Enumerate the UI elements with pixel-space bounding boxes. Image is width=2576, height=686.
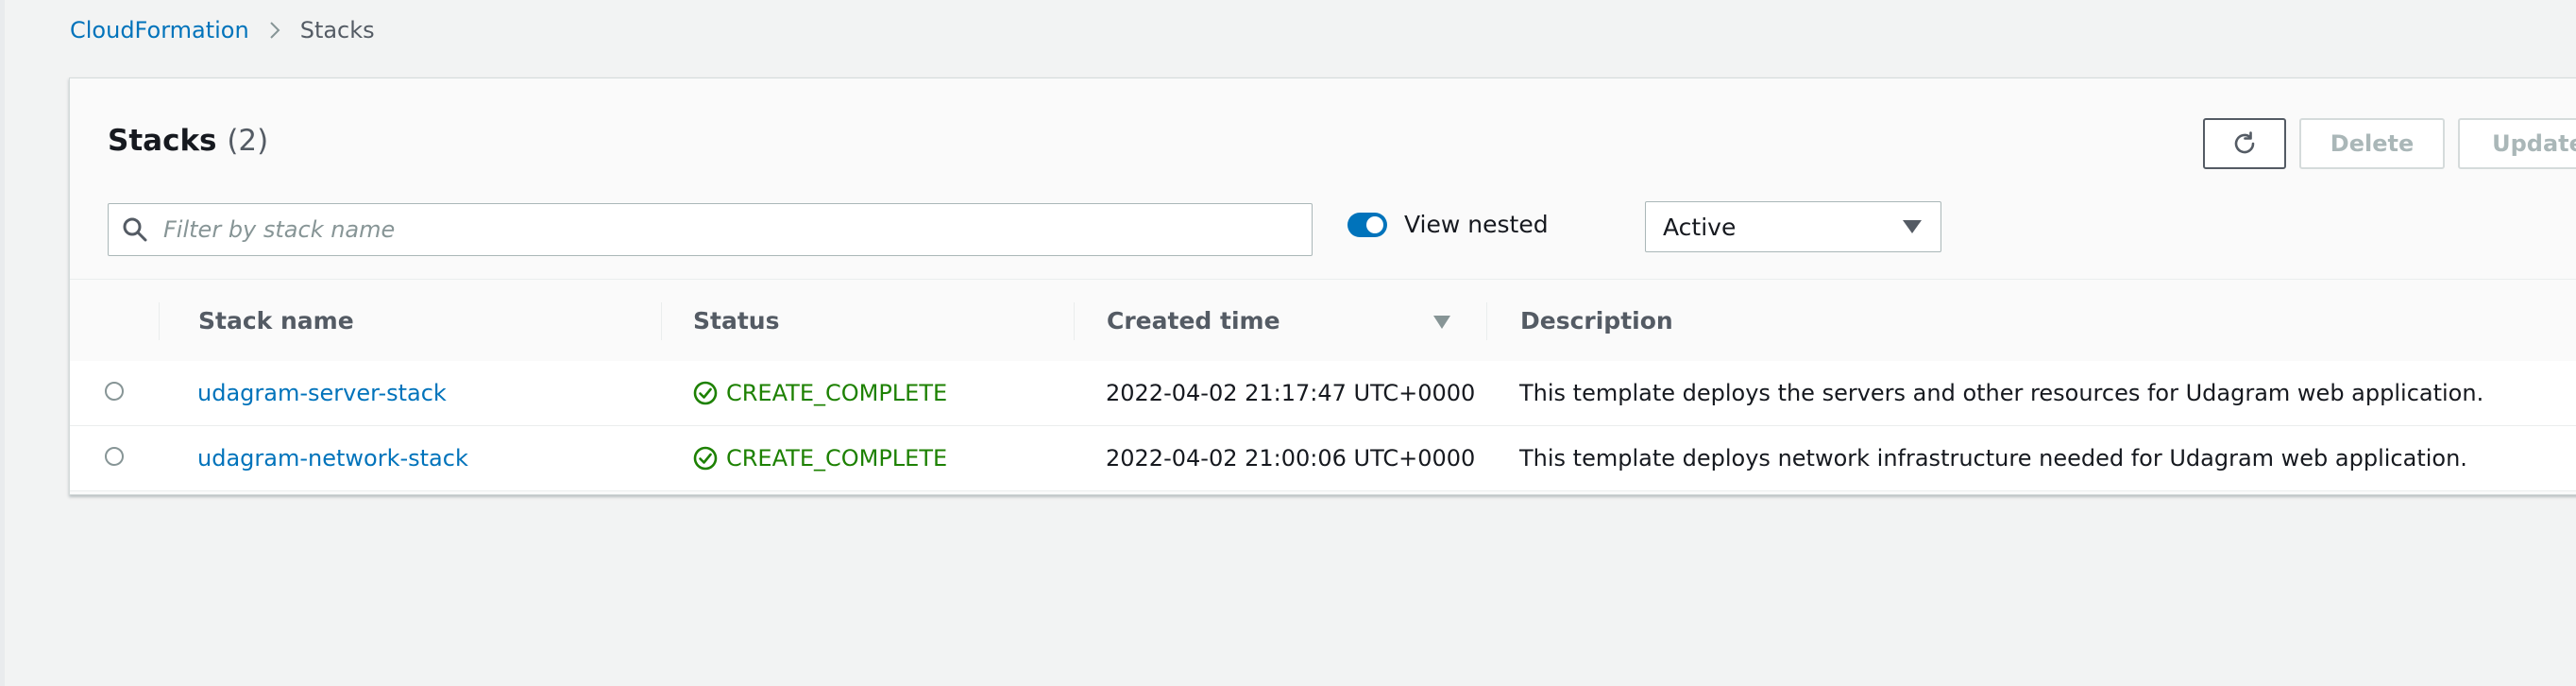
description-cell: This template deploys the servers and ot… xyxy=(1519,380,2484,406)
column-divider xyxy=(661,302,662,340)
stack-name-link[interactable]: udagram-network-stack xyxy=(197,426,468,490)
column-divider xyxy=(1486,302,1487,340)
status-filter-value: Active xyxy=(1663,213,1737,241)
table-row[interactable]: udagram-server-stack CREATE_COMPLETE 202… xyxy=(70,361,2576,426)
breadcrumb: CloudFormation Stacks xyxy=(70,17,375,43)
breadcrumb-link-cloudformation[interactable]: CloudFormation xyxy=(70,17,249,43)
caret-down-icon xyxy=(1903,220,1922,233)
status-cell: CREATE_COMPLETE xyxy=(692,361,947,425)
view-nested-toggle[interactable] xyxy=(1347,212,1387,237)
column-divider xyxy=(159,302,160,340)
column-header-created-time[interactable]: Created time xyxy=(1107,280,1280,361)
view-nested-toggle-group: View nested xyxy=(1347,211,1549,238)
view-nested-label: View nested xyxy=(1404,211,1549,238)
table-header: Stack name Status Created time Descripti… xyxy=(70,279,2576,362)
page: CloudFormation Stacks Stacks (2) Delete … xyxy=(0,0,2576,686)
status-cell: CREATE_COMPLETE xyxy=(692,426,947,490)
column-divider xyxy=(1074,302,1075,340)
column-header-status[interactable]: Status xyxy=(693,280,779,361)
created-time-cell: 2022-04-02 21:17:47 UTC+0000 xyxy=(1106,380,1476,406)
status-filter-select[interactable]: Active xyxy=(1645,201,1941,252)
check-circle-icon xyxy=(693,446,718,471)
column-header-stack-name[interactable]: Stack name xyxy=(198,280,354,361)
description-cell: This template deploys network infrastruc… xyxy=(1519,445,2467,472)
column-header-description[interactable]: Description xyxy=(1520,280,1673,361)
filter-box xyxy=(108,203,1313,256)
toggle-knob xyxy=(1366,215,1383,233)
stack-name-link[interactable]: udagram-server-stack xyxy=(197,361,447,425)
stacks-panel: Stacks (2) Delete Update View nested xyxy=(69,77,2576,495)
row-select-radio[interactable] xyxy=(105,382,124,401)
status-text: CREATE_COMPLETE xyxy=(726,445,948,472)
update-button[interactable]: Update xyxy=(2458,118,2576,169)
refresh-icon xyxy=(2234,131,2255,154)
panel-title-text: Stacks xyxy=(108,124,217,158)
table-row[interactable]: udagram-network-stack CREATE_COMPLETE 20… xyxy=(70,426,2576,491)
panel-title: Stacks (2) xyxy=(108,124,268,158)
chevron-right-icon xyxy=(269,22,280,39)
refresh-button[interactable] xyxy=(2203,118,2286,169)
sort-descending-icon[interactable] xyxy=(1433,316,1450,329)
check-circle-icon xyxy=(693,381,718,405)
delete-button[interactable]: Delete xyxy=(2299,118,2445,169)
breadcrumb-current-stacks: Stacks xyxy=(299,17,375,43)
status-text: CREATE_COMPLETE xyxy=(726,380,948,406)
search-icon xyxy=(123,217,147,242)
stack-count: (2) xyxy=(227,124,269,158)
created-time-cell: 2022-04-02 21:00:06 UTC+0000 xyxy=(1106,445,1476,472)
filter-input[interactable] xyxy=(161,215,1251,244)
row-select-radio[interactable] xyxy=(105,447,124,466)
